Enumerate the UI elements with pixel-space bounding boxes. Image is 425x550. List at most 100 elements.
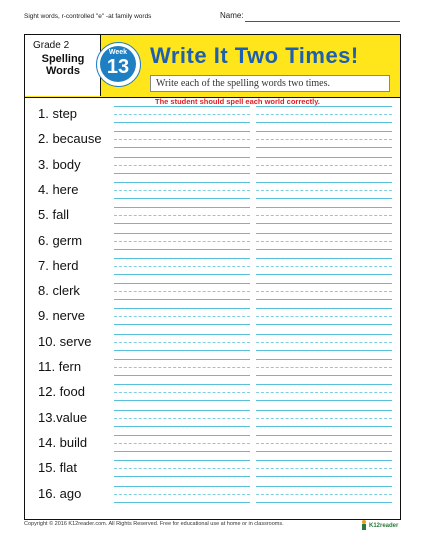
writing-line-second-base[interactable] bbox=[256, 324, 392, 326]
writing-line-second-mid[interactable] bbox=[256, 316, 392, 318]
writing-line-first-mid[interactable] bbox=[114, 240, 250, 242]
writing-line-first-base[interactable] bbox=[114, 248, 250, 250]
writing-line-second-mid[interactable] bbox=[256, 417, 392, 419]
writing-line-first-base[interactable] bbox=[114, 273, 250, 275]
writing-line-first-mid[interactable] bbox=[114, 367, 250, 368]
writing-line-second-top[interactable] bbox=[256, 434, 392, 436]
writing-line-second-mid[interactable] bbox=[256, 189, 392, 191]
writing-line-first-base[interactable] bbox=[114, 425, 250, 427]
writing-line-first-mid[interactable] bbox=[114, 493, 250, 495]
writing-line-first-top[interactable] bbox=[114, 232, 250, 234]
writing-line-second-mid[interactable] bbox=[256, 114, 392, 115]
writing-line-first-base[interactable] bbox=[114, 324, 250, 326]
writing-line-second-mid[interactable] bbox=[256, 392, 392, 394]
writing-line-second-base[interactable] bbox=[256, 450, 392, 452]
writing-line-first-base[interactable] bbox=[114, 122, 250, 123]
writing-line-first-mid[interactable] bbox=[114, 341, 250, 343]
writing-line-second-base[interactable] bbox=[256, 197, 392, 199]
writing-line-second-mid[interactable] bbox=[256, 164, 392, 166]
writing-line-first-mid[interactable] bbox=[114, 417, 250, 419]
writing-line-second-base[interactable] bbox=[256, 375, 392, 376]
writing-line-second-mid[interactable] bbox=[256, 442, 392, 444]
writing-line-second-base[interactable] bbox=[256, 299, 392, 301]
writing-line-first-base[interactable] bbox=[114, 299, 250, 301]
spelling-word: 7. herd bbox=[38, 257, 79, 273]
writing-line-first-top[interactable] bbox=[114, 485, 250, 487]
writing-line-first-top[interactable] bbox=[114, 384, 250, 386]
writing-line-first-base[interactable] bbox=[114, 501, 250, 503]
writing-line-second-base[interactable] bbox=[256, 425, 392, 427]
writing-line-second-base[interactable] bbox=[256, 223, 392, 225]
writing-line-second-mid[interactable] bbox=[256, 341, 392, 343]
writing-line-second-top[interactable] bbox=[256, 106, 392, 107]
writing-line-second-base[interactable] bbox=[256, 349, 392, 351]
writing-line-second-top[interactable] bbox=[256, 257, 392, 259]
writing-line-first-top[interactable] bbox=[114, 257, 250, 259]
writing-line-first-base[interactable] bbox=[114, 450, 250, 452]
writing-line-first-mid[interactable] bbox=[114, 392, 250, 394]
writing-line-first-base[interactable] bbox=[114, 400, 250, 402]
writing-line-first-top[interactable] bbox=[114, 207, 250, 209]
writing-line-second-mid[interactable] bbox=[256, 215, 392, 217]
writing-line-first-mid[interactable] bbox=[114, 442, 250, 444]
writing-line-second-top[interactable] bbox=[256, 409, 392, 411]
writing-line-first-top[interactable] bbox=[114, 131, 250, 133]
writing-line-second-base[interactable] bbox=[256, 273, 392, 275]
writing-line-first-mid[interactable] bbox=[114, 291, 250, 293]
writing-line-first-base[interactable] bbox=[114, 476, 250, 478]
writing-line-second-base[interactable] bbox=[256, 476, 392, 478]
writing-line-first-mid[interactable] bbox=[114, 316, 250, 318]
writing-line-first-top[interactable] bbox=[114, 106, 250, 107]
writing-line-second-base[interactable] bbox=[256, 248, 392, 250]
writing-line-first-base[interactable] bbox=[114, 172, 250, 174]
writing-line-first-base[interactable] bbox=[114, 349, 250, 351]
writing-line-second-top[interactable] bbox=[256, 181, 392, 183]
writing-line-first-top[interactable] bbox=[114, 434, 250, 436]
writing-line-second-mid[interactable] bbox=[256, 240, 392, 242]
writing-line-first-top[interactable] bbox=[114, 359, 250, 360]
writing-line-second-base[interactable] bbox=[256, 172, 392, 174]
writing-line-second-base[interactable] bbox=[256, 501, 392, 503]
writing-line-first-top[interactable] bbox=[114, 333, 250, 335]
writing-line-second-mid[interactable] bbox=[256, 291, 392, 293]
writing-line-second-top[interactable] bbox=[256, 384, 392, 386]
name-line[interactable] bbox=[245, 21, 400, 22]
writing-line-second-base[interactable] bbox=[256, 122, 392, 123]
writing-line-first-base[interactable] bbox=[114, 197, 250, 199]
writing-line-first-top[interactable] bbox=[114, 283, 250, 285]
writing-line-first-top[interactable] bbox=[114, 409, 250, 411]
writing-line-first-mid[interactable] bbox=[114, 114, 250, 115]
writing-line-second-mid[interactable] bbox=[256, 139, 392, 141]
writing-line-first-mid[interactable] bbox=[114, 139, 250, 141]
writing-line-second-top[interactable] bbox=[256, 333, 392, 335]
writing-line-first-mid[interactable] bbox=[114, 265, 250, 267]
writing-line-second-mid[interactable] bbox=[256, 367, 392, 368]
writing-line-first-top[interactable] bbox=[114, 460, 250, 462]
writing-line-second-top[interactable] bbox=[256, 207, 392, 209]
writing-line-second-top[interactable] bbox=[256, 359, 392, 360]
writing-line-second-mid[interactable] bbox=[256, 493, 392, 495]
writing-line-first-top[interactable] bbox=[114, 156, 250, 158]
spelling-word: 2. because bbox=[38, 131, 102, 147]
writing-line-first-mid[interactable] bbox=[114, 164, 250, 166]
writing-line-second-top[interactable] bbox=[256, 485, 392, 487]
writing-line-first-base[interactable] bbox=[114, 223, 250, 225]
writing-line-second-top[interactable] bbox=[256, 283, 392, 285]
writing-line-first-mid[interactable] bbox=[114, 468, 250, 470]
writing-line-second-top[interactable] bbox=[256, 131, 392, 133]
worksheet-title: Write It Two Times! bbox=[150, 43, 359, 68]
writing-line-second-base[interactable] bbox=[256, 147, 392, 149]
writing-line-first-base[interactable] bbox=[114, 147, 250, 149]
writing-line-first-top[interactable] bbox=[114, 308, 250, 310]
writing-line-first-mid[interactable] bbox=[114, 189, 250, 191]
writing-line-second-top[interactable] bbox=[256, 156, 392, 158]
writing-line-first-mid[interactable] bbox=[114, 215, 250, 217]
writing-line-second-top[interactable] bbox=[256, 460, 392, 462]
writing-line-second-top[interactable] bbox=[256, 232, 392, 234]
writing-line-second-mid[interactable] bbox=[256, 265, 392, 267]
writing-line-second-mid[interactable] bbox=[256, 468, 392, 470]
writing-line-second-base[interactable] bbox=[256, 400, 392, 402]
writing-line-first-top[interactable] bbox=[114, 181, 250, 183]
writing-line-second-top[interactable] bbox=[256, 308, 392, 310]
writing-line-first-base[interactable] bbox=[114, 375, 250, 376]
